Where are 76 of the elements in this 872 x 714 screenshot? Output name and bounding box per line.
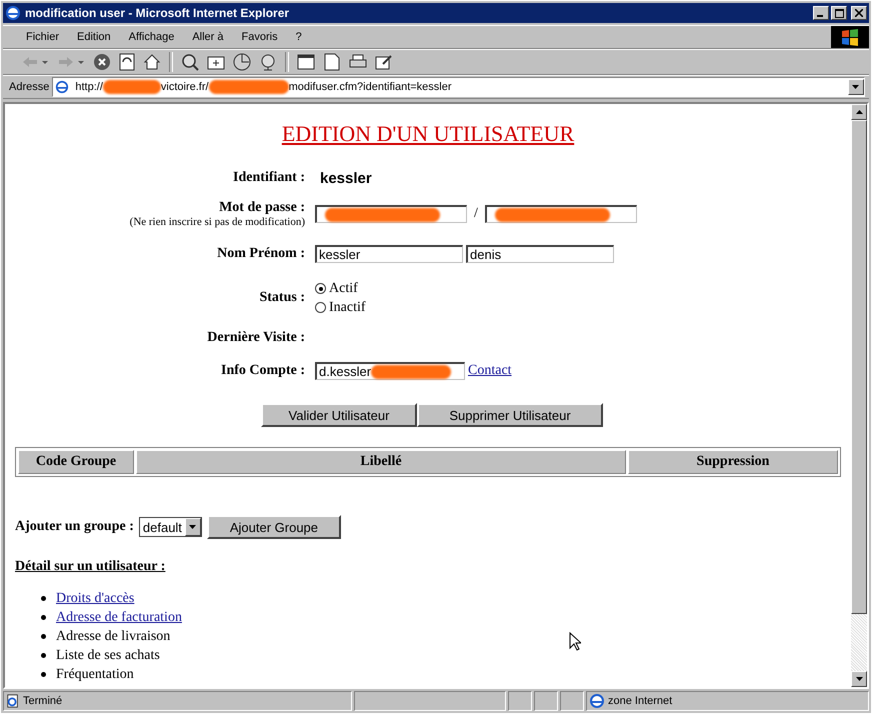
password-field[interactable] (484, 205, 637, 223)
first-name-field[interactable]: denis (466, 245, 614, 263)
menu-item[interactable]: Edition (68, 31, 120, 43)
detail-link[interactable]: Droits d'accès (56, 589, 134, 608)
detail-item: Fréquentation (56, 666, 134, 684)
separator: / (474, 206, 478, 222)
minimize-button[interactable] (813, 6, 829, 20)
detail-item: Adresse de livraison (56, 628, 170, 646)
form-button[interactable]: Supprimer Utilisateur (417, 403, 603, 427)
window-title: modification user - Microsoft Internet Explorer (25, 6, 290, 20)
windows-logo-icon (831, 26, 869, 48)
address-label: Adresse (9, 81, 50, 93)
stop-icon[interactable] (93, 53, 111, 71)
column-header: Suppression (628, 450, 838, 474)
field-label: Info Compte : (221, 363, 305, 379)
home-icon[interactable] (143, 53, 161, 71)
bullet-icon (41, 634, 46, 639)
mouse-cursor-icon (569, 632, 581, 651)
bullet-icon (41, 596, 46, 601)
field-hint: (Ne rien inscrire si pas de modification) (130, 216, 305, 228)
field-label: Ajouter un groupe : (15, 519, 134, 535)
menu-item[interactable]: Favoris (232, 31, 287, 43)
field-label: Dernière Visite : (207, 330, 305, 346)
password-field[interactable] (315, 205, 467, 223)
search-icon[interactable] (181, 53, 199, 71)
maximize-button[interactable] (831, 6, 847, 20)
close-icon (855, 9, 863, 17)
status-pane (508, 691, 532, 711)
field-label: Mot de passe : (219, 200, 305, 216)
column-header: Libellé (136, 450, 626, 474)
zone-text: zone Internet (608, 695, 672, 707)
maximize-icon (834, 8, 844, 18)
edit-icon[interactable] (375, 53, 393, 71)
page-heading: EDITION D'UN UTILISATEUR (282, 121, 574, 146)
bullet-icon (41, 653, 46, 658)
caret-icon (188, 524, 197, 530)
radio-button[interactable] (315, 283, 326, 294)
menu-item[interactable]: ? (286, 31, 311, 43)
browser-logo-icon (5, 5, 21, 21)
address-field[interactable]: http:// victoire.fr/ modifuser.cfm?identifiant=kessler (52, 77, 865, 97)
status-pane (534, 691, 558, 711)
field-label: Identifiant : (233, 170, 305, 186)
status-text: Terminé (23, 695, 62, 707)
menu-item[interactable]: Fichier (17, 31, 68, 43)
dropdown-button[interactable] (848, 79, 864, 95)
detail-item: Liste de ses achats (56, 647, 160, 665)
window-icon[interactable] (297, 53, 315, 71)
form-button[interactable]: Valider Utilisateur (261, 403, 417, 427)
page-icon (6, 694, 20, 708)
page-icon (55, 80, 70, 94)
column-header: Code Groupe (18, 450, 134, 474)
status-pane (560, 691, 584, 711)
add-group-button[interactable]: Ajouter Groupe (206, 515, 341, 539)
scroll-up-icon[interactable] (856, 110, 862, 114)
bullet-icon (41, 615, 46, 620)
section-heading: Détail sur un utilisateur : (15, 559, 166, 574)
radio-label: Inactif (329, 300, 366, 316)
detail-link[interactable]: Adresse de facturation (56, 608, 182, 627)
contact-link[interactable]: Contact (468, 363, 512, 379)
group-select[interactable]: default (138, 517, 202, 537)
vertical-scrollbar[interactable] (851, 104, 867, 687)
caret-icon (852, 84, 860, 90)
field-label: Status : (259, 290, 305, 306)
field-label: Nom Prénom : (217, 246, 305, 262)
close-button[interactable] (851, 6, 867, 20)
scroll-down-icon[interactable] (856, 677, 862, 681)
menu-item[interactable]: Affichage (120, 31, 184, 43)
redaction-mark (102, 80, 161, 94)
bullet-icon (41, 672, 46, 677)
last-name-field[interactable]: kessler (315, 245, 463, 263)
radio-button[interactable] (315, 302, 326, 313)
menu-item[interactable]: Aller à (183, 31, 233, 43)
account-field[interactable]: d.kessler (315, 362, 465, 380)
document-icon[interactable] (323, 53, 341, 71)
username-value: kessler (320, 170, 372, 186)
radio-label: Actif (329, 280, 358, 296)
